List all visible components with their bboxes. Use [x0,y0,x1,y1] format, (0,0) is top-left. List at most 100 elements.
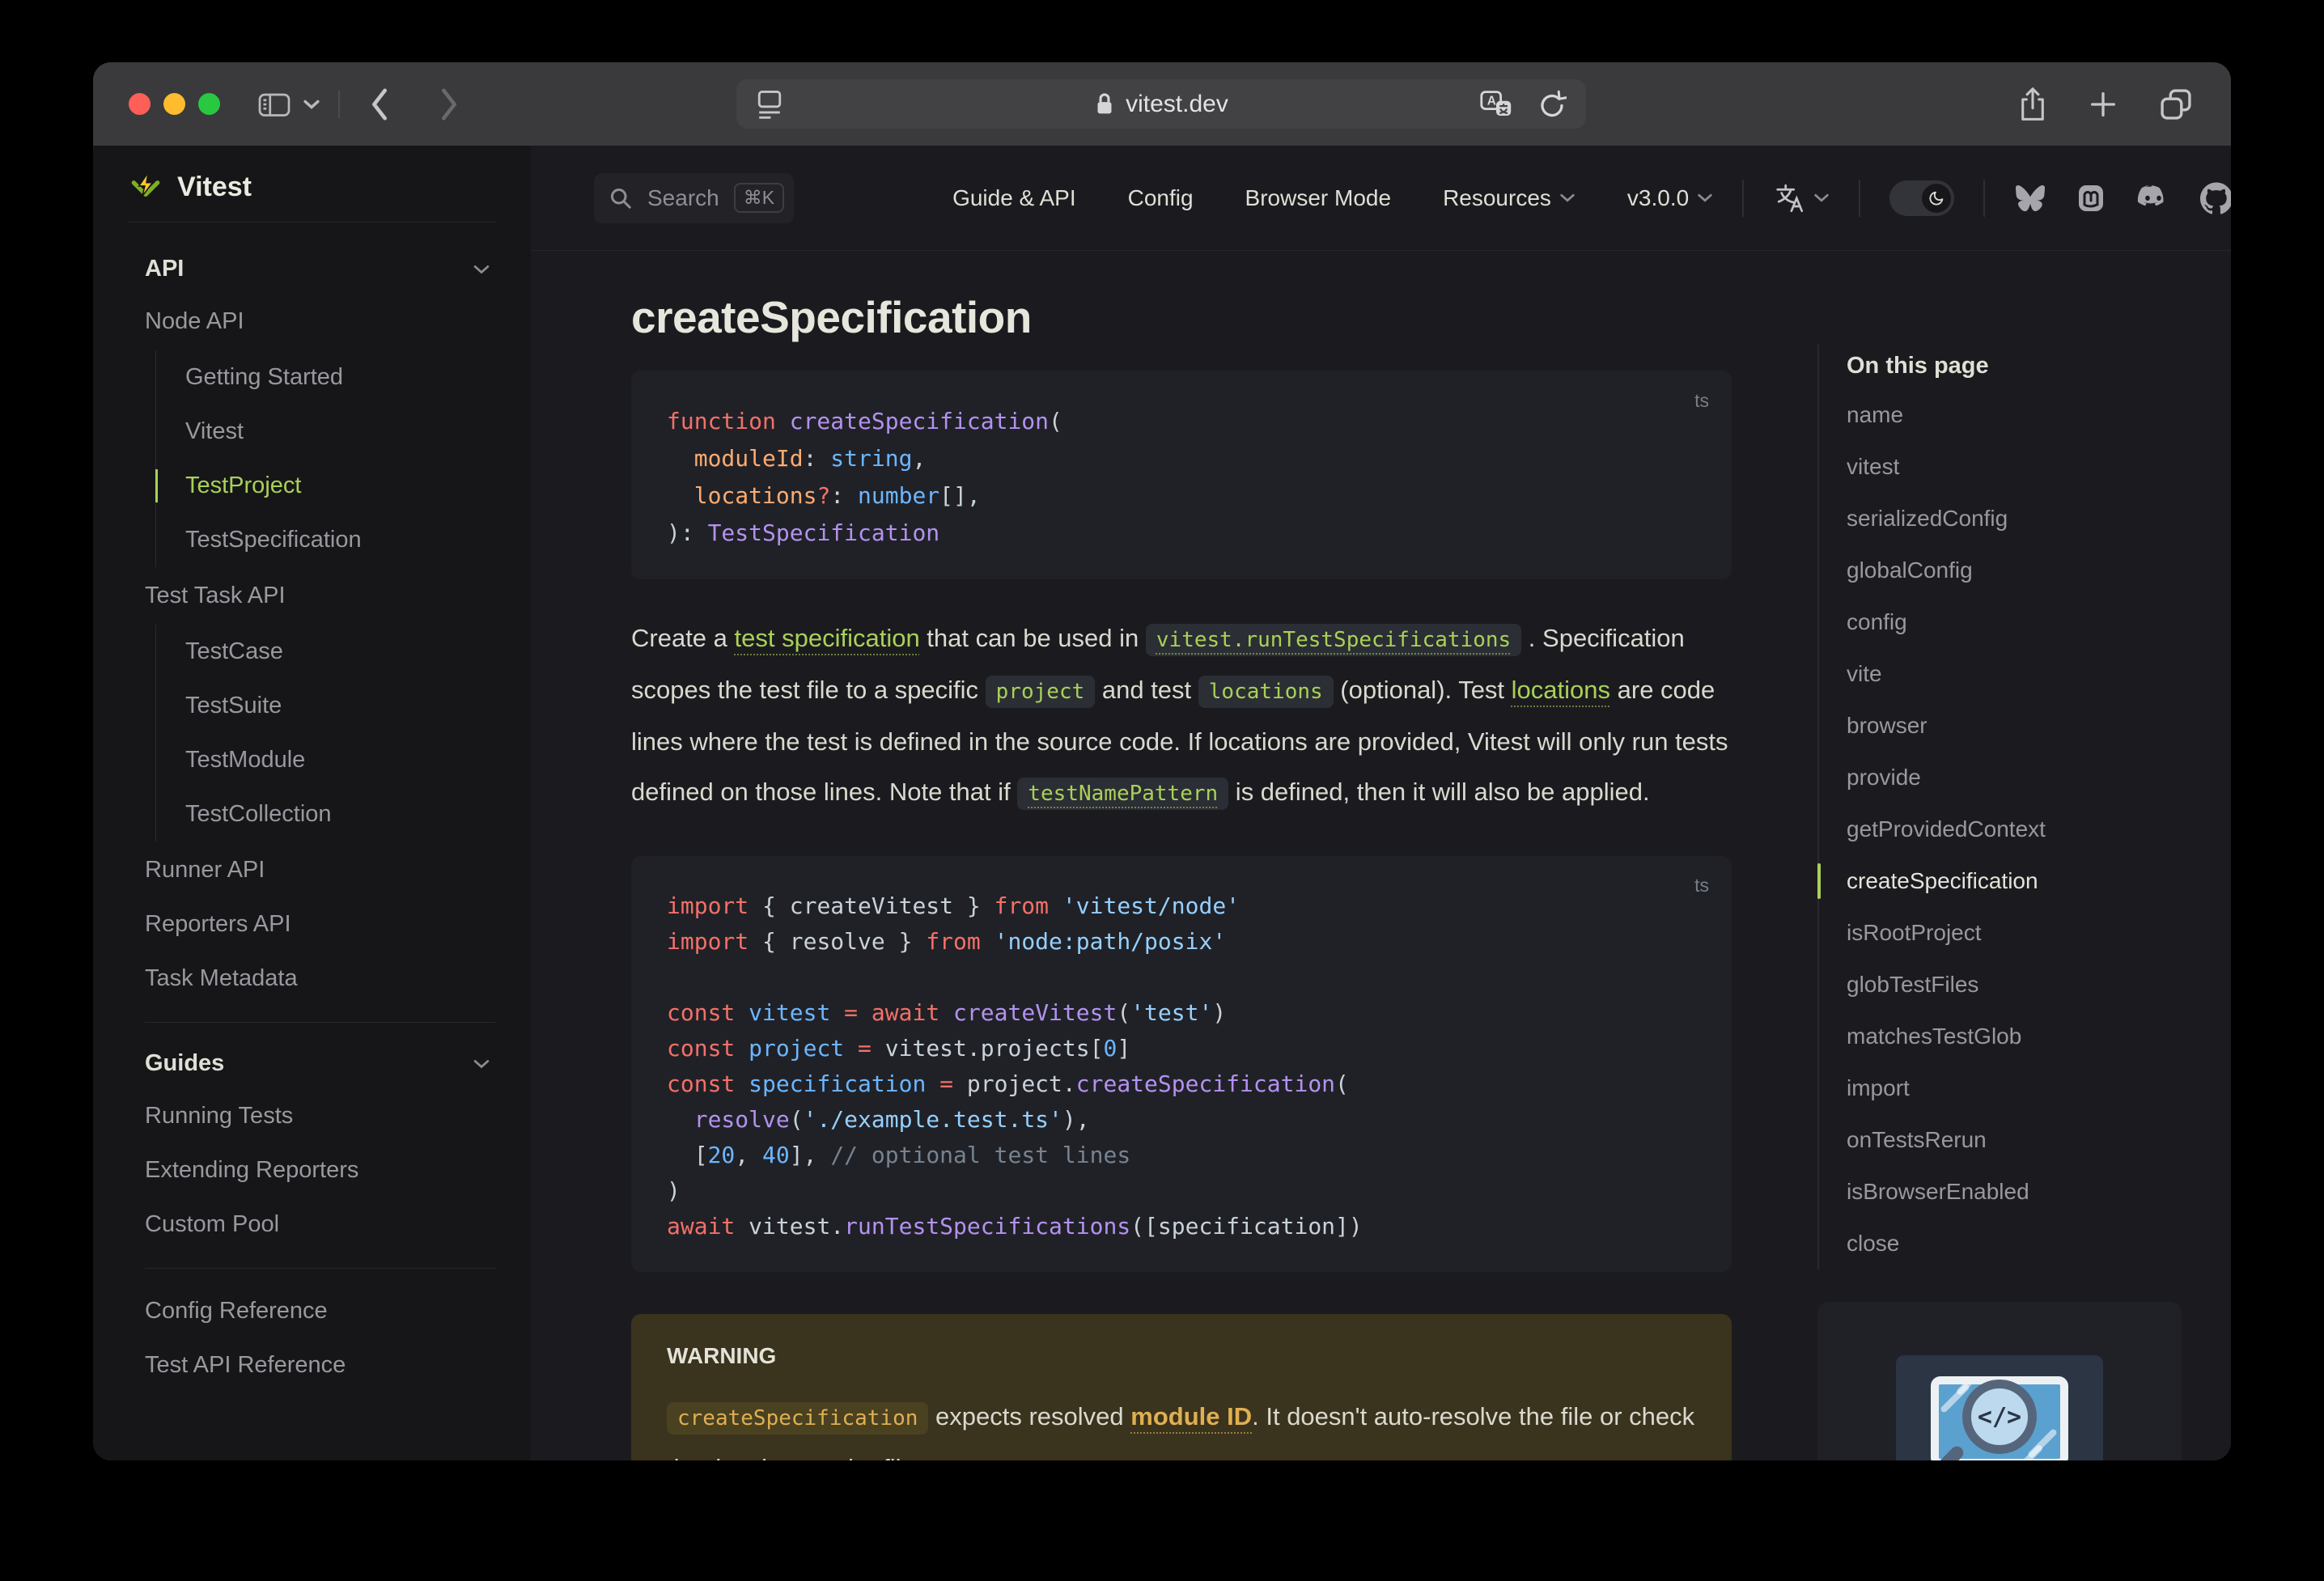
new-tab-icon[interactable] [2087,88,2119,121]
code-block-signature[interactable]: ts function createSpecification( moduleI… [631,371,1732,579]
sidebar-item[interactable]: TestSuite [185,679,495,733]
code-content: function createSpecification( moduleId: … [667,408,1062,546]
social-links [2014,181,2231,214]
outline-item[interactable]: vite [1847,648,2231,700]
tab-overview-icon[interactable] [2158,87,2194,122]
sponsor-card[interactable]: </> [1817,1302,2182,1460]
reader-view-icon[interactable] [756,88,783,121]
sidebar-item[interactable]: Custom Pool [145,1197,495,1252]
github-icon[interactable] [2200,181,2231,214]
outline-item[interactable]: name [1847,389,2231,441]
outline-title: On this page [1847,353,1989,379]
sidebar-item[interactable]: TestProject [155,459,495,513]
language-button[interactable] [1773,182,1830,214]
forward-button[interactable] [439,87,460,121]
translate-icon[interactable]: A [1479,89,1513,120]
share-icon[interactable] [2017,86,2048,123]
discord-icon[interactable] [2135,182,2171,214]
sidebar-item-test-task-api[interactable]: Test Task API [145,569,495,623]
sidebar-item[interactable]: Task Metadata [145,952,495,1006]
nav-link[interactable]: Browser Mode [1245,185,1392,211]
zoom-button[interactable] [198,93,220,115]
nav-link[interactable]: Config [1128,185,1194,211]
outline-item[interactable]: matchesTestGlob [1847,1011,2231,1062]
logo[interactable]: Vitest [129,152,495,222]
outline-item[interactable]: browser [1847,700,2231,752]
outline-item[interactable]: createSpecification [1817,855,2231,907]
main-column: Search ⌘K Guide & API Config Browser Mod… [531,146,2231,1460]
outline-item[interactable]: getProvidedContext [1847,803,2231,855]
back-button[interactable] [369,87,390,121]
theme-toggle[interactable] [1889,180,1955,216]
outline-item[interactable]: config [1847,596,2231,648]
sidebar-item[interactable]: Running Tests [145,1089,495,1143]
sponsor-image: </> [1896,1355,2103,1460]
sidebar-chevron-icon[interactable] [303,99,320,110]
sidebar-item[interactable]: Vitest [185,405,495,459]
search-button[interactable]: Search ⌘K [594,172,795,223]
sidebar-reference-links: Config Reference Test API Reference [145,1284,495,1392]
sidebar-section-guides[interactable]: Guides [145,1038,495,1089]
nav-link[interactable]: Guide & API [952,185,1076,211]
sidebar-item[interactable]: TestSpecification [185,513,495,567]
address-bar[interactable]: vitest.dev A [736,79,1586,129]
reload-icon[interactable] [1537,88,1567,121]
warning-callout: WARNING createSpecification expects reso… [631,1314,1732,1460]
outline-item[interactable]: vitest [1847,441,2231,493]
code-content: import { createVitest } from 'vitest/nod… [667,892,1363,1240]
site-content: Vitest API Node API Getting Started Vites… [93,146,2231,1460]
page-title: createSpecification [631,292,1032,342]
sidebar-group-node-api: Getting Started Vitest TestProject TestSpec… [155,350,495,567]
outline-item[interactable]: globalConfig [1847,545,2231,596]
outline-item[interactable]: close [1847,1218,2231,1269]
minimize-button[interactable] [163,93,185,115]
outline-item[interactable]: provide [1847,752,2231,803]
sidebar: Vitest API Node API Getting Started Vites… [93,146,531,1460]
mastodon-icon[interactable] [2076,183,2106,214]
browser-window: vitest.dev A Vitest API Node API Getting… [93,62,2231,1460]
nav-links: Guide & API Config Browser Mode Resource… [952,185,1713,211]
doc-content: createSpecification ts function createSp… [631,251,1732,1460]
code-block-example[interactable]: ts import { createVitest } from 'vitest/… [631,856,1732,1272]
sidebar-item[interactable]: TestModule [185,733,495,787]
translate-icon [1776,184,1804,212]
nav-link[interactable]: Resources [1443,185,1575,211]
sidebar-group-test-task: TestCase TestSuite TestModule TestCollectio… [155,625,495,841]
outline-item[interactable]: globTestFiles [1847,959,2231,1011]
sidebar-item[interactable]: TestCollection [185,787,495,841]
sidebar-section-api[interactable]: API [145,244,495,295]
nav-right [1713,179,2231,217]
chevron-down-icon [1698,193,1712,202]
toolbar-divider [338,90,340,118]
nav-divider [1983,179,1986,217]
close-button[interactable] [129,93,151,115]
sidebar-item[interactable]: Getting Started [185,350,495,405]
sidebar-item[interactable]: Reporters API [145,897,495,952]
sidebar-nav: API Node API Getting Started Vitest TestPr… [129,223,495,1392]
chevron-down-icon [1814,193,1829,202]
sidebar-item-node-api[interactable]: Node API [145,295,495,349]
sidebar-item[interactable]: Extending Reporters [145,1143,495,1197]
sidebar-item[interactable]: Config Reference [145,1284,495,1338]
sidebar-item[interactable]: Runner API [145,843,495,897]
outline-item[interactable]: import [1847,1062,2231,1114]
warning-title: WARNING [667,1343,777,1368]
bluesky-icon[interactable] [2014,184,2046,213]
outline-item[interactable]: serializedConfig [1847,493,2231,545]
search-label: Search [647,184,719,210]
browser-toolbar: vitest.dev A [93,62,2231,146]
sidebar-item[interactable]: Test API Reference [145,1338,495,1392]
outline-item[interactable]: isRootProject [1847,907,2231,959]
search-icon [611,188,631,209]
outline-item[interactable]: onTestsRerun [1847,1114,2231,1166]
outline: On this page name vitest serializedConfig g… [1817,345,2231,1269]
nav-divider [1742,179,1745,217]
sidebar-toggle-icon[interactable] [257,90,291,119]
nav-link[interactable]: v3.0.0 [1627,185,1713,211]
search-kbd: ⌘K [733,183,785,213]
outline-item[interactable]: isBrowserEnabled [1847,1166,2231,1218]
chevron-down-icon [1560,193,1575,202]
sidebar-item[interactable]: TestCase [185,625,495,679]
code-lang-badge: ts [1694,390,1709,411]
sidebar-guides-links: Running Tests Extending Reporters Custom P… [145,1089,495,1252]
